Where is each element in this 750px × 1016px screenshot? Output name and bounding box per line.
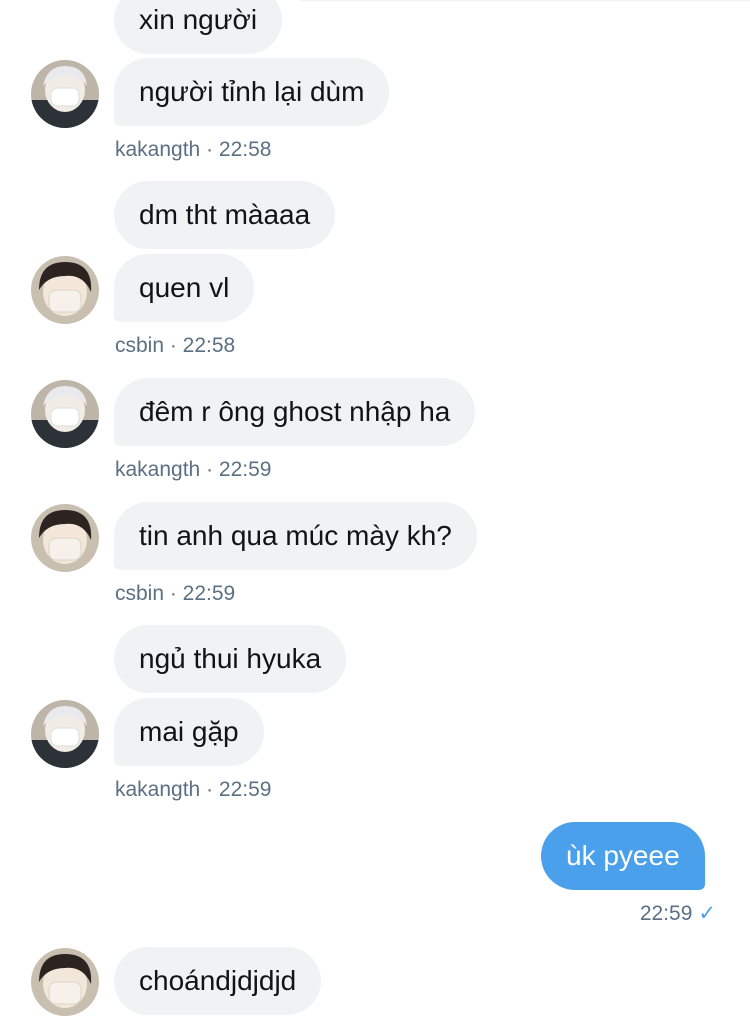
message-text: mai gặp bbox=[139, 716, 239, 747]
avatar[interactable] bbox=[31, 256, 99, 324]
message-text: xin người bbox=[139, 4, 258, 35]
message-meta: csbin · 22:59 bbox=[115, 582, 236, 605]
message-text: dm tht màaaa bbox=[139, 199, 311, 230]
message-bubble[interactable]: người tỉnh lại dùm bbox=[114, 58, 390, 126]
message-bubble[interactable]: xin người bbox=[114, 0, 283, 54]
avatar[interactable] bbox=[31, 380, 99, 448]
my-message-bubble[interactable]: ùk pyeee bbox=[541, 822, 705, 890]
message-bubble[interactable]: quen vl bbox=[114, 254, 255, 322]
message-meta: csbin · 22:58 bbox=[115, 334, 236, 357]
message-text: ngủ thui hyuka bbox=[139, 643, 322, 674]
message-text: người tỉnh lại dùm bbox=[139, 76, 365, 107]
message-bubble[interactable]: dm tht màaaa bbox=[114, 181, 336, 249]
message-bubble[interactable]: choándjdjdjd bbox=[114, 947, 322, 1015]
message-meta: kakangth · 22:59 bbox=[115, 778, 272, 801]
avatar-csbin-icon bbox=[31, 256, 99, 324]
message-bubble[interactable]: ngủ thui hyuka bbox=[114, 625, 347, 693]
message-text: đêm r ông ghost nhập ha bbox=[139, 396, 451, 427]
avatar-csbin-icon bbox=[31, 504, 99, 572]
message-text: tin anh qua múc mày kh? bbox=[139, 520, 452, 551]
avatar-kakangth-icon bbox=[31, 380, 99, 448]
message-text: choándjdjdjd bbox=[139, 965, 297, 996]
message-meta: kakangth · 22:58 bbox=[115, 138, 272, 161]
avatar[interactable] bbox=[31, 60, 99, 128]
my-message-meta: 22:59 ✓ bbox=[640, 901, 716, 927]
avatar[interactable] bbox=[31, 504, 99, 572]
message-text: quen vl bbox=[139, 272, 230, 303]
message-text: ùk pyeee bbox=[566, 840, 680, 871]
avatar[interactable] bbox=[31, 700, 99, 768]
avatar-kakangth-icon bbox=[31, 60, 99, 128]
message-bubble[interactable]: tin anh qua múc mày kh? bbox=[114, 502, 477, 570]
message-time: 22:59 bbox=[639, 902, 693, 925]
avatar[interactable] bbox=[31, 948, 99, 1016]
message-bubble[interactable]: mai gặp bbox=[114, 698, 264, 766]
top-divider bbox=[300, 0, 750, 1]
avatar-kakangth-icon bbox=[31, 700, 99, 768]
checkmark-icon: ✓ bbox=[698, 902, 716, 925]
message-bubble[interactable]: đêm r ông ghost nhập ha bbox=[114, 378, 476, 446]
message-meta: kakangth · 22:59 bbox=[115, 458, 272, 481]
avatar-csbin-icon bbox=[31, 948, 99, 1016]
